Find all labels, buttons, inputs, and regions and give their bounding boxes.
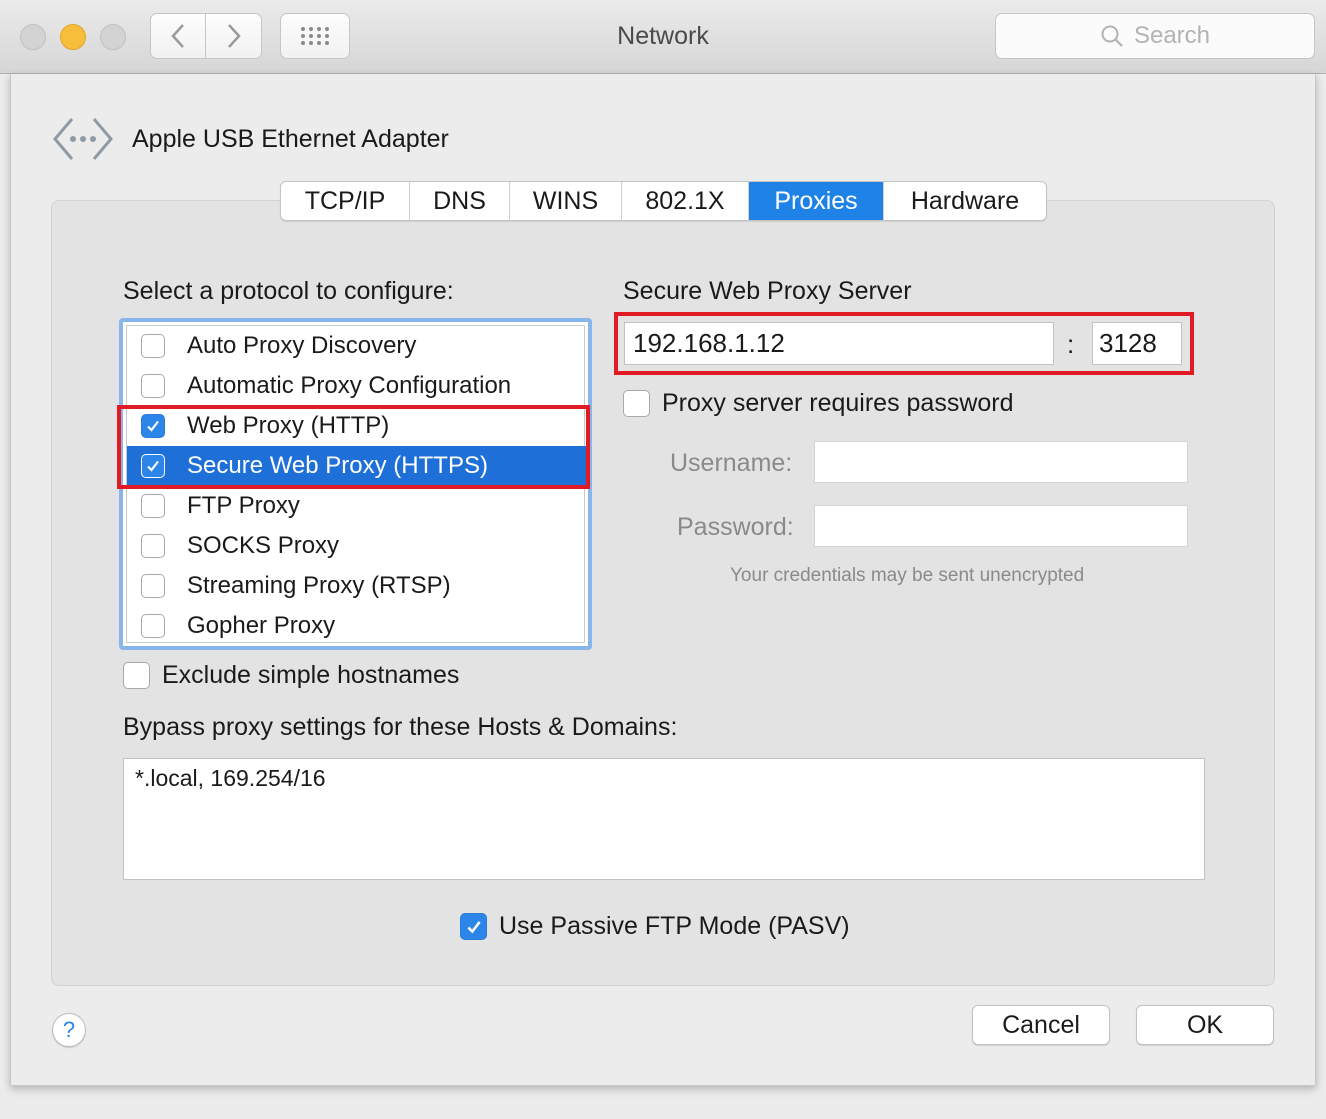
bypass-hosts-textarea[interactable]: *.local, 169.254/16 <box>123 758 1205 880</box>
checkbox[interactable] <box>141 534 165 558</box>
ok-button[interactable]: OK <box>1136 1005 1274 1045</box>
proxy-port-field[interactable]: 3128 <box>1092 322 1182 365</box>
password-field[interactable] <box>814 505 1188 547</box>
passive-ftp-label: Use Passive FTP Mode (PASV) <box>499 912 850 940</box>
tab-tcpip[interactable]: TCP/IP <box>281 182 410 220</box>
title-bar: Network Search <box>0 0 1326 74</box>
tab-8021x[interactable]: 802.1X <box>622 182 749 220</box>
tab-wins[interactable]: WINS <box>510 182 622 220</box>
exclude-simple-hostnames-label: Exclude simple hostnames <box>162 661 460 689</box>
protocol-row-ftp-proxy[interactable]: FTP Proxy <box>127 486 588 526</box>
checkbox[interactable] <box>141 334 165 358</box>
checkbox[interactable] <box>141 574 165 598</box>
checkbox[interactable] <box>141 494 165 518</box>
checkbox[interactable] <box>141 614 165 638</box>
username-field[interactable] <box>814 441 1188 483</box>
protocol-row-streaming-proxy-rtsp[interactable]: Streaming Proxy (RTSP) <box>127 566 588 606</box>
protocol-label: FTP Proxy <box>187 492 300 519</box>
requires-password-label: Proxy server requires password <box>662 389 1014 417</box>
requires-password-checkbox-row[interactable]: Proxy server requires password <box>623 389 1014 418</box>
search-icon <box>1101 25 1123 47</box>
ethernet-icon <box>53 118 113 160</box>
search-field[interactable]: Search <box>995 13 1315 59</box>
protocol-heading: Select a protocol to configure: <box>123 277 454 305</box>
protocol-label: Auto Proxy Discovery <box>187 332 417 359</box>
highlight-box-protocols <box>117 405 590 489</box>
cancel-button[interactable]: Cancel <box>972 1005 1110 1045</box>
credentials-warning: Your credentials may be sent unencrypted <box>730 565 1085 586</box>
tab-hardware[interactable]: Hardware <box>884 182 1046 220</box>
tab-dns[interactable]: DNS <box>410 182 510 220</box>
username-label: Username: <box>670 449 793 477</box>
checkbox-checked[interactable] <box>460 913 487 940</box>
search-placeholder: Search <box>1133 22 1211 49</box>
adapter-header: Apple USB Ethernet Adapter <box>52 116 449 162</box>
adapter-name: Apple USB Ethernet Adapter <box>132 124 449 153</box>
checkbox[interactable] <box>141 374 165 398</box>
passive-ftp-row[interactable]: Use Passive FTP Mode (PASV) <box>460 912 850 941</box>
protocol-label: Automatic Proxy Configuration <box>187 372 512 399</box>
protocol-label: SOCKS Proxy <box>187 532 340 559</box>
protocol-label: Gopher Proxy <box>187 612 336 639</box>
help-button[interactable]: ? <box>52 1013 86 1047</box>
tab-bar: TCP/IP DNS WINS 802.1X Proxies Hardware <box>280 181 1047 221</box>
password-label: Password: <box>677 513 794 541</box>
checkbox[interactable] <box>123 662 150 689</box>
host-port-separator: : <box>1067 329 1075 359</box>
checkmark-icon <box>466 920 481 933</box>
tab-proxies[interactable]: Proxies <box>749 182 884 220</box>
checkbox[interactable] <box>623 390 650 417</box>
bypass-heading: Bypass proxy settings for these Hosts & … <box>123 713 678 741</box>
protocol-row-socks-proxy[interactable]: SOCKS Proxy <box>127 526 588 566</box>
protocol-row-automatic-proxy-configuration[interactable]: Automatic Proxy Configuration <box>127 366 588 406</box>
exclude-simple-hostnames-row[interactable]: Exclude simple hostnames <box>123 661 459 690</box>
server-heading: Secure Web Proxy Server <box>623 277 912 305</box>
protocol-row-gopher-proxy[interactable]: Gopher Proxy <box>127 606 588 646</box>
proxy-host-field[interactable]: 192.168.1.12 <box>624 322 1054 365</box>
protocol-label: Streaming Proxy (RTSP) <box>187 572 451 599</box>
protocol-row-auto-proxy-discovery[interactable]: Auto Proxy Discovery <box>127 326 588 366</box>
